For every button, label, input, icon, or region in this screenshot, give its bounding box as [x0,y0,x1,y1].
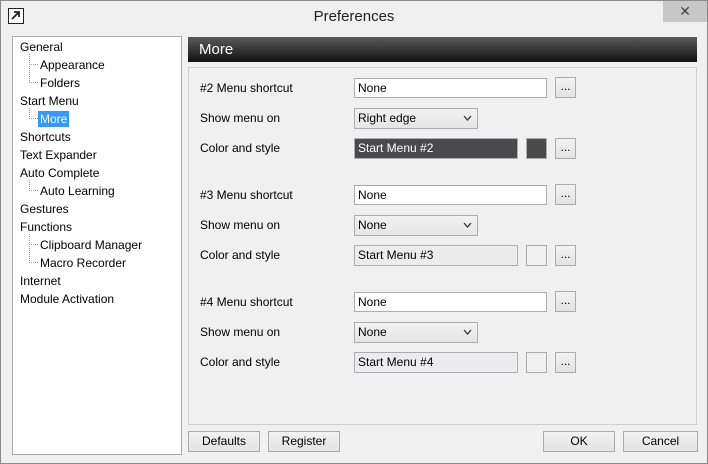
menu2-shortcut-input[interactable]: None [354,78,547,98]
menu3-style-field[interactable]: Start Menu #3 [354,245,518,266]
ok-button[interactable]: OK [543,431,615,452]
sidebar-item-auto-learning[interactable]: Auto Learning [38,183,117,199]
menu3-show-value: None [358,218,387,232]
menu2-style-label: Color and style [200,141,281,155]
menu3-style-label: Color and style [200,248,281,262]
chevron-down-icon [463,115,472,121]
sidebar-item-folders[interactable]: Folders [38,75,82,91]
sidebar-item-macro-recorder[interactable]: Macro Recorder [38,255,128,271]
menu4-shortcut-input[interactable]: None [354,292,547,312]
window-title: Preferences [313,8,395,25]
tree-connector [29,54,30,83]
menu4-shortcut-browse-button[interactable]: ... [555,291,576,312]
menu4-show-label: Show menu on [200,325,281,339]
sidebar-item-gestures[interactable]: Gestures [20,201,69,217]
defaults-button[interactable]: Defaults [188,431,260,452]
menu3-shortcut-browse-button[interactable]: ... [555,184,576,205]
register-button[interactable]: Register [268,431,340,452]
menu3-shortcut-label: #3 Menu shortcut [200,188,293,202]
sidebar-tree: General Appearance Folders Start Menu Mo… [12,36,182,455]
section-header: More [188,37,697,62]
menu2-color-swatch[interactable] [526,138,547,159]
menu2-show-value: Right edge [358,111,417,125]
menu4-shortcut-label: #4 Menu shortcut [200,295,293,309]
menu4-style-field[interactable]: Start Menu #4 [354,352,518,373]
sidebar-item-text-expander[interactable]: Text Expander [20,147,97,163]
sidebar-item-internet[interactable]: Internet [20,273,61,289]
menu4-style-browse-button[interactable]: ... [555,352,576,373]
chevron-down-icon [463,222,472,228]
chevron-down-icon [463,329,472,335]
tree-connector [29,64,38,65]
sidebar-item-clipboard-manager[interactable]: Clipboard Manager [38,237,144,253]
sidebar-item-module-activation[interactable]: Module Activation [20,291,114,307]
tree-connector [29,118,38,119]
tree-connector [29,190,38,191]
sidebar-item-shortcuts[interactable]: Shortcuts [20,129,71,145]
menu4-show-value: None [358,325,387,339]
menu2-style-field[interactable]: Start Menu #2 [354,138,518,159]
tree-connector [29,234,30,263]
tree-connector [29,262,38,263]
tree-connector [29,244,38,245]
close-button[interactable]: ✕ [663,1,707,22]
menu4-color-swatch[interactable] [526,352,547,373]
sidebar-item-more[interactable]: More [38,111,70,127]
menu2-style-browse-button[interactable]: ... [555,138,576,159]
menu2-show-dropdown[interactable]: Right edge [354,108,478,129]
menu4-style-label: Color and style [200,355,281,369]
tree-connector [29,82,38,83]
menu3-style-browse-button[interactable]: ... [555,245,576,266]
menu2-shortcut-browse-button[interactable]: ... [555,77,576,98]
menu2-show-label: Show menu on [200,111,281,125]
title-bar: Preferences ✕ [1,1,707,31]
menu4-show-dropdown[interactable]: None [354,322,478,343]
sidebar-item-general[interactable]: General [20,39,63,55]
menu3-show-label: Show menu on [200,218,281,232]
menu2-shortcut-label: #2 Menu shortcut [200,81,293,95]
preferences-window: Preferences ✕ General Appearance Folders… [0,0,708,464]
sidebar-item-auto-complete[interactable]: Auto Complete [20,165,99,181]
sidebar-item-appearance[interactable]: Appearance [38,57,107,73]
menu3-shortcut-input[interactable]: None [354,185,547,205]
sidebar-item-functions[interactable]: Functions [20,219,72,235]
menu3-color-swatch[interactable] [526,245,547,266]
sidebar-item-start-menu[interactable]: Start Menu [20,93,79,109]
menu3-show-dropdown[interactable]: None [354,215,478,236]
cancel-button[interactable]: Cancel [623,431,698,452]
